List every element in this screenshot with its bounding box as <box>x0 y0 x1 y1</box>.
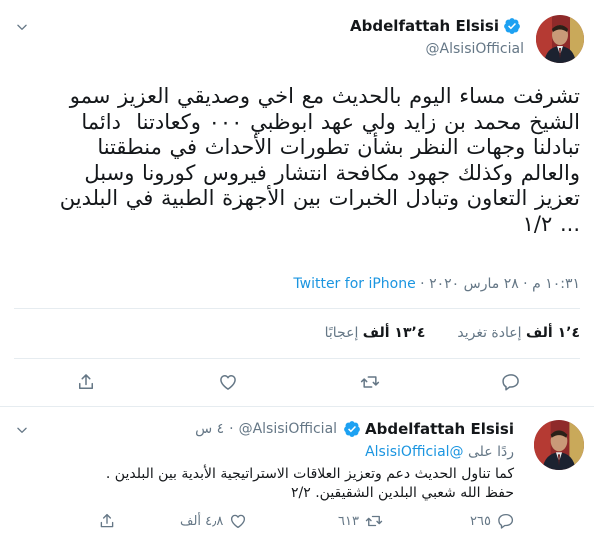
retweet-icon <box>365 515 383 527</box>
retweets-label: إعادة تغريد <box>457 325 522 341</box>
tweet-meta: ١٠:٣١ م · ٢٨ مارس ٢٠٢٠ · Twitter for iPh… <box>293 276 580 292</box>
reply-icon <box>502 374 519 391</box>
tweet-timestamp[interactable]: ١٠:٣١ م · ٢٨ مارس ٢٠٢٠ <box>429 276 580 292</box>
retweet-count: ٦١٣ <box>338 513 359 529</box>
replying-label: ردًا على <box>468 444 514 460</box>
verified-badge-icon <box>344 421 360 437</box>
retweets-stat[interactable]: ١٬٤ ألف إعادة تغريد <box>457 325 580 341</box>
like-button[interactable] <box>218 372 238 392</box>
retweet-button[interactable] <box>360 372 380 392</box>
reply-text-line: حفظ الله شعبي البلدين الشقيقين. ٢/٢ <box>291 485 514 501</box>
verified-badge-icon <box>504 18 520 34</box>
replying-mention[interactable]: @AlsisiOfficial <box>365 444 463 460</box>
likes-count: ١٣٬٤ ألف <box>362 325 426 341</box>
avatar[interactable] <box>536 15 584 63</box>
replying-to: ردًا على @AlsisiOfficial <box>365 444 514 460</box>
heart-icon <box>220 375 236 390</box>
tweet-stats: ١٬٤ ألف إعادة تغريد ١٣٬٤ ألف إعجابًا <box>325 325 580 341</box>
share-button[interactable] <box>76 372 96 392</box>
reply-text: كما تناول الحديث دعم وتعزيز العلاقات الا… <box>74 465 514 503</box>
reply-button[interactable] <box>501 372 521 392</box>
reply-count: ٢٦٥ <box>470 513 491 529</box>
tweet-source[interactable]: Twitter for iPhone <box>293 276 415 292</box>
meta-separator: · <box>415 276 430 292</box>
divider <box>14 358 580 359</box>
reply-header: ٤ س · @AlsisiOfficial Abdelfattah Elsisi <box>195 420 514 438</box>
like-button[interactable]: ٤٫٨ ألف <box>180 512 247 530</box>
reply-button[interactable]: ٢٦٥ <box>470 512 515 530</box>
share-button[interactable] <box>98 512 116 530</box>
avatar[interactable] <box>534 420 584 470</box>
reply-icon <box>498 513 514 529</box>
display-name[interactable]: Abdelfattah Elsisi <box>350 17 499 35</box>
share-icon <box>100 513 114 528</box>
share-icon <box>79 374 93 389</box>
retweet-button[interactable]: ٦١٣ <box>338 512 383 530</box>
chevron-down-icon[interactable] <box>12 17 32 37</box>
reply-display-name[interactable]: Abdelfattah Elsisi <box>365 420 514 438</box>
tweet-text: تشرفت مساء اليوم بالحديث مع اخي وصديقي ا… <box>59 84 580 236</box>
main-tweet: Abdelfattah Elsisi @AlsisiOfficial تشرفت… <box>0 0 594 407</box>
retweets-count: ١٬٤ ألف <box>525 325 580 341</box>
likes-label: إعجابًا <box>324 325 359 341</box>
author-handle[interactable]: @AlsisiOfficial <box>426 41 524 57</box>
retweet-icon <box>360 376 380 388</box>
divider <box>14 308 580 309</box>
reply-text-line: كما تناول الحديث دعم وتعزيز العلاقات الا… <box>105 466 514 482</box>
like-count: ٤٫٨ ألف <box>180 513 224 529</box>
tweet-actions <box>0 372 594 398</box>
heart-icon <box>231 514 246 529</box>
author-block[interactable]: Abdelfattah Elsisi <box>350 17 524 35</box>
reply-time[interactable]: ٤ س <box>195 421 224 437</box>
reply-dot: · <box>229 421 234 437</box>
reply-author-handle[interactable]: @AlsisiOfficial <box>239 421 337 437</box>
handle-row: @AlsisiOfficial <box>426 41 524 57</box>
chevron-down-icon[interactable] <box>12 420 32 440</box>
likes-stat[interactable]: ١٣٬٤ ألف إعجابًا <box>325 325 426 341</box>
